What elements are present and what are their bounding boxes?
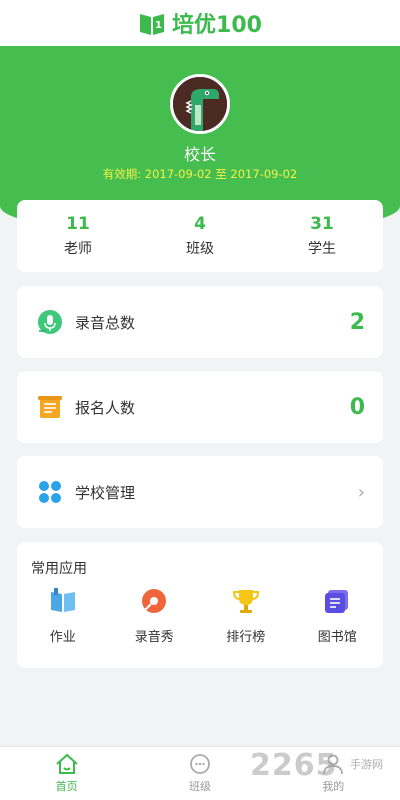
stat-classes[interactable]: 4 班级 (139, 200, 261, 272)
microphone-icon (38, 310, 62, 334)
school-management-row[interactable]: 学校管理 › (17, 456, 383, 528)
common-apps-card: 常用应用 作业 录音秀 排行榜 图书馆 (17, 542, 383, 668)
stat-students[interactable]: 31 学生 (261, 200, 383, 272)
logo-text: 培优100 (172, 13, 262, 38)
app-library[interactable]: 图书馆 (292, 586, 384, 645)
school-grid-icon (39, 481, 61, 503)
svg-text:1: 1 (155, 20, 162, 31)
signups-row[interactable]: 报名人数 0 (17, 371, 383, 443)
stat-teachers[interactable]: 11 老师 (17, 200, 139, 272)
stat-label: 班级 (186, 241, 214, 257)
row-label: 学校管理 (75, 483, 136, 502)
stat-label: 老师 (64, 241, 92, 257)
site-watermark-sub: 手游网 (350, 758, 383, 771)
row-label: 录音总数 (75, 313, 136, 332)
stats-card: 11 老师 4 班级 31 学生 (17, 200, 383, 272)
recordings-total-row[interactable]: 录音总数 2 (17, 286, 383, 358)
homework-book-icon (50, 588, 75, 612)
tab-home[interactable]: 首页 (0, 747, 133, 800)
avatar[interactable] (170, 74, 230, 134)
validity-period: 有效期: 2017-09-02 至 2017-09-02 (102, 167, 298, 181)
recording-show-icon (142, 589, 167, 613)
chevron-right-icon: › (357, 481, 365, 503)
apps-grid: 作业 录音秀 排行榜 图书馆 (17, 586, 383, 645)
app-homework[interactable]: 作业 (17, 586, 109, 645)
app-header: 1 培优100 (0, 0, 400, 46)
section-title: 常用应用 (31, 561, 87, 577)
recordings-count: 2 (349, 309, 365, 335)
tab-label: 首页 (55, 780, 78, 793)
app-label: 图书馆 (317, 630, 357, 645)
home-icon (55, 753, 78, 774)
stat-value: 4 (194, 214, 206, 234)
app-recording-show[interactable]: 录音秀 (109, 586, 201, 645)
tab-classes[interactable]: 班级 (133, 747, 266, 800)
signups-count: 0 (349, 394, 365, 420)
tab-label: 班级 (188, 780, 211, 793)
app-label: 作业 (49, 630, 76, 645)
stat-label: 学生 (308, 241, 336, 257)
dinosaur-avatar-icon (173, 77, 227, 131)
row-label: 报名人数 (75, 398, 136, 417)
bottom-tab-bar: 首页 班级 我的 (0, 746, 400, 800)
user-name: 校长 (183, 145, 216, 164)
app-logo: 1 培优100 (138, 7, 262, 39)
book-logo-icon: 1 (140, 14, 165, 35)
class-chat-icon (190, 754, 210, 774)
registration-form-icon (38, 396, 62, 418)
app-leaderboard[interactable]: 排行榜 (200, 586, 292, 645)
site-watermark: 2265 (250, 748, 338, 783)
app-label: 排行榜 (226, 630, 266, 645)
trophy-icon (232, 590, 259, 613)
app-label: 录音秀 (134, 630, 174, 645)
stat-value: 31 (310, 214, 334, 234)
library-icon (325, 590, 349, 613)
stat-value: 11 (66, 214, 90, 234)
